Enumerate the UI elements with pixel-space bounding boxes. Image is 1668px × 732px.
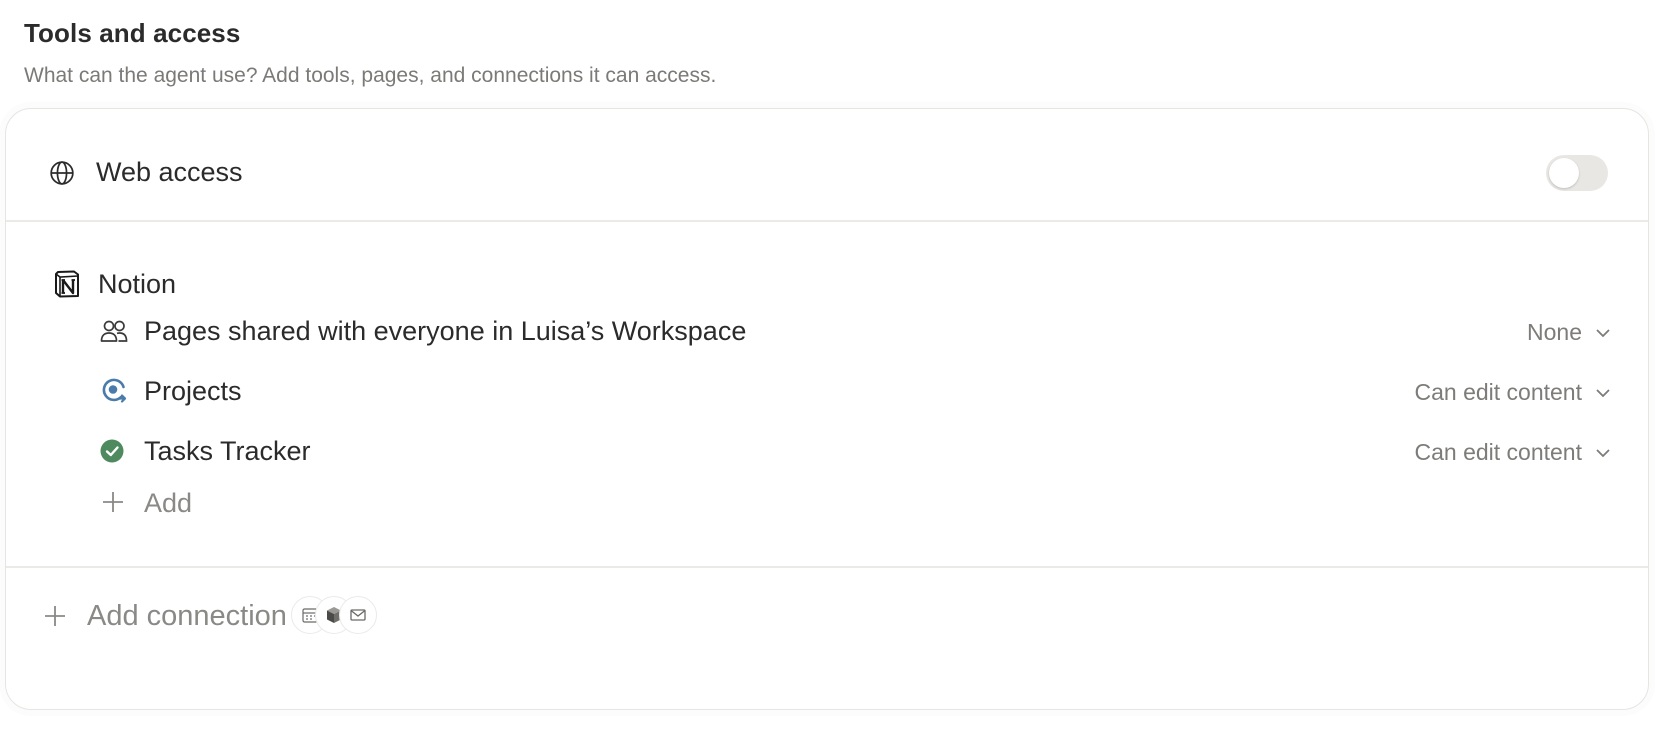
access-item-projects[interactable]: Projects Can edit content bbox=[91, 364, 1612, 418]
plus-icon bbox=[45, 606, 65, 626]
divider bbox=[6, 566, 1648, 568]
permission-dropdown[interactable]: Can edit content bbox=[1414, 439, 1612, 466]
tools-card: Web access Notion Pages shared with ever… bbox=[5, 108, 1649, 710]
add-page-label: Add bbox=[144, 488, 193, 518]
access-item-workspace[interactable]: Pages shared with everyone in Luisa’s Wo… bbox=[91, 304, 1612, 358]
check-circle-icon bbox=[100, 439, 124, 463]
add-connection-label: Add connection bbox=[87, 600, 287, 632]
web-access-toggle[interactable] bbox=[1546, 155, 1608, 191]
permission-value: Can edit content bbox=[1414, 379, 1582, 405]
globe-icon bbox=[50, 161, 74, 185]
section-title: Tools and access bbox=[24, 18, 241, 48]
notion-label: Notion bbox=[98, 269, 177, 299]
access-item-label: Tasks Tracker bbox=[144, 436, 311, 466]
connection-icons bbox=[291, 596, 381, 634]
people-icon bbox=[100, 320, 128, 342]
notion-logo-icon bbox=[55, 270, 79, 298]
projects-icon bbox=[102, 378, 127, 403]
plus-icon bbox=[103, 492, 123, 512]
access-item-label: Projects bbox=[144, 376, 242, 406]
permission-value: None bbox=[1527, 319, 1582, 345]
chevron-down-icon bbox=[1596, 328, 1610, 337]
access-item-label: Pages shared with everyone in Luisa’s Wo… bbox=[144, 316, 747, 346]
access-item-tasks-tracker[interactable]: Tasks Tracker Can edit content bbox=[91, 424, 1612, 478]
add-page-button[interactable]: Add bbox=[91, 479, 211, 529]
divider bbox=[6, 220, 1648, 222]
web-access-row: Web access bbox=[6, 109, 1648, 233]
permission-dropdown[interactable]: None bbox=[1527, 319, 1612, 346]
permission-dropdown[interactable]: Can edit content bbox=[1414, 379, 1612, 406]
permission-value: Can edit content bbox=[1414, 439, 1582, 465]
chevron-down-icon bbox=[1596, 448, 1610, 457]
web-access-label: Web access bbox=[96, 157, 243, 187]
chevron-down-icon bbox=[1596, 388, 1610, 397]
mail-icon bbox=[339, 596, 377, 634]
toggle-knob bbox=[1549, 158, 1579, 188]
section-description: What can the agent use? Add tools, pages… bbox=[24, 64, 717, 87]
